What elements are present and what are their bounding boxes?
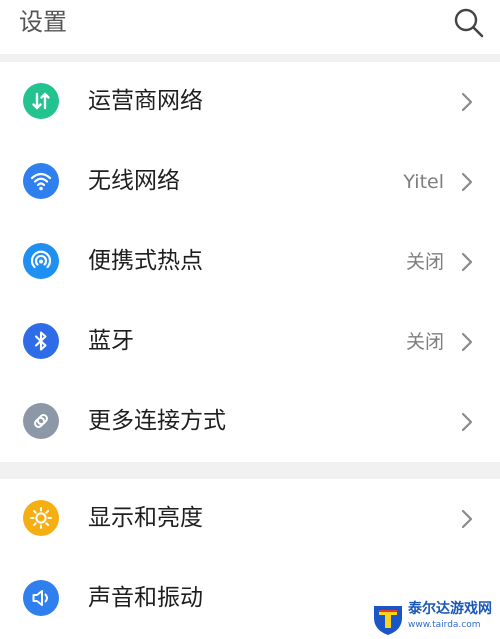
chevron-right-icon <box>460 251 474 273</box>
settings-item-label: 显示和亮度 <box>88 505 203 531</box>
watermark-logo: 泰尔达游戏网 www.tairda.com <box>370 598 498 638</box>
volume-icon <box>23 580 59 616</box>
page-title: 设置 <box>19 8 67 36</box>
top-bar: 设置 <box>0 0 500 54</box>
settings-item-display-brightness[interactable]: 显示和亮度 <box>0 479 500 559</box>
settings-item-wlan[interactable]: 无线网络 Yitel <box>0 142 500 222</box>
hotspot-icon <box>23 243 59 279</box>
link-icon <box>23 403 59 439</box>
settings-item-value: Yitel <box>403 171 444 193</box>
watermark-text: 泰尔达游戏网 <box>408 601 492 617</box>
section-divider <box>0 54 500 62</box>
chevron-right-icon <box>460 171 474 193</box>
bluetooth-icon <box>23 323 59 359</box>
settings-item-value: 关闭 <box>405 251 444 273</box>
settings-item-more-connections[interactable]: 更多连接方式 <box>0 382 500 462</box>
settings-item-carrier-network[interactable]: 运营商网络 <box>0 62 500 142</box>
chevron-right-icon <box>460 91 474 113</box>
chevron-right-icon <box>460 411 474 433</box>
brightness-icon <box>23 500 59 536</box>
settings-item-hotspot[interactable]: 便携式热点 关闭 <box>0 222 500 302</box>
section-divider <box>0 462 500 479</box>
wifi-icon <box>23 163 59 199</box>
settings-item-value: 关闭 <box>405 331 444 353</box>
search-icon[interactable] <box>452 6 486 40</box>
settings-item-bluetooth[interactable]: 蓝牙 关闭 <box>0 302 500 382</box>
settings-item-label: 声音和振动 <box>88 585 203 611</box>
chevron-right-icon <box>460 508 474 530</box>
settings-item-label: 更多连接方式 <box>88 408 226 434</box>
settings-item-label: 运营商网络 <box>88 88 203 114</box>
watermark-url: www.tairda.com <box>408 620 481 630</box>
chevron-right-icon <box>460 331 474 353</box>
mobile-data-icon <box>23 83 59 119</box>
settings-item-label: 蓝牙 <box>88 328 134 354</box>
settings-item-label: 无线网络 <box>88 168 180 194</box>
settings-item-label: 便携式热点 <box>88 248 203 274</box>
watermark-shield-icon <box>374 606 402 635</box>
